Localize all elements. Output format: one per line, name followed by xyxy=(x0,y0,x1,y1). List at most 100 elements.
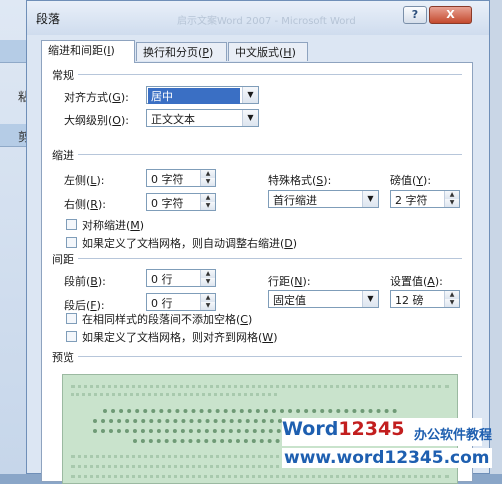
label-text: 行距( xyxy=(268,275,295,288)
title-bar: 段落 启示文案Word 2007 - Microsoft Word ? X xyxy=(27,1,489,35)
label-text-end: ) xyxy=(292,237,298,250)
spin-down-icon[interactable]: ▼ xyxy=(444,299,459,307)
label-key: R xyxy=(90,198,98,211)
tab-label-end: ) xyxy=(291,46,296,59)
no-space-same-style-checkbox[interactable] xyxy=(66,313,77,324)
label-key: W xyxy=(262,331,274,344)
spacing-heading: 间距 xyxy=(52,253,74,266)
label-key: G xyxy=(112,91,121,104)
special-format-value: 首行缩进 xyxy=(273,194,317,207)
label-text: 对称缩进( xyxy=(82,219,131,232)
preview-line xyxy=(71,393,277,400)
label-text: 磅值( xyxy=(390,174,417,187)
space-after-spinner[interactable]: 0 行 ▲ ▼ xyxy=(146,293,216,311)
by-spinner[interactable]: 2 字符 ▲ ▼ xyxy=(390,190,460,208)
mirror-indents-label: 对称缩进(M) xyxy=(82,217,144,233)
indent-right-value: 0 字符 xyxy=(151,197,184,210)
label-text-end: ): xyxy=(434,275,443,288)
close-button[interactable]: X xyxy=(429,6,472,24)
indent-right-spinner[interactable]: 0 字符 ▲ ▼ xyxy=(146,193,216,211)
spin-down-icon[interactable]: ▼ xyxy=(200,278,215,286)
general-heading: 常规 xyxy=(52,69,74,82)
spin-down-icon[interactable]: ▼ xyxy=(200,202,215,210)
indentation-heading: 缩进 xyxy=(52,149,74,162)
paragraph-dialog: 段落 启示文案Word 2007 - Microsoft Word ? X 缩进… xyxy=(26,0,490,484)
line-spacing-select[interactable]: 固定值 ▼ xyxy=(268,290,379,308)
tab-label: 换行和分页( xyxy=(143,46,203,59)
preview-line xyxy=(71,475,449,482)
chevron-down-icon[interactable]: ▼ xyxy=(362,191,378,207)
section-divider xyxy=(78,258,462,259)
label-text-end: ) xyxy=(273,331,278,344)
special-format-label: 特殊格式(S): xyxy=(268,172,331,188)
at-label: 设置值(A): xyxy=(390,273,443,289)
space-after-value: 0 行 xyxy=(151,297,173,310)
label-key: B xyxy=(90,275,98,288)
auto-adjust-right-indent-checkbox[interactable] xyxy=(66,237,77,248)
indent-left-spinner[interactable]: 0 字符 ▲ ▼ xyxy=(146,169,216,187)
help-button[interactable]: ? xyxy=(403,6,427,24)
line-spacing-label: 行距(N): xyxy=(268,273,311,289)
label-text-end: ): xyxy=(97,275,106,288)
spin-down-icon[interactable]: ▼ xyxy=(444,199,459,207)
label-key: D xyxy=(284,237,293,250)
label-text: 右侧( xyxy=(64,198,91,211)
label-text-end: ) xyxy=(247,313,253,326)
chevron-down-icon[interactable]: ▼ xyxy=(242,87,258,103)
label-key: C xyxy=(240,313,248,326)
spin-down-icon[interactable]: ▼ xyxy=(200,178,215,186)
dialog-title: 段落 xyxy=(36,12,61,26)
watermark-url: www.word12345.com xyxy=(282,448,492,468)
space-before-spinner[interactable]: 0 行 ▲ ▼ xyxy=(146,269,216,287)
special-format-select[interactable]: 首行缩进 ▼ xyxy=(268,190,379,208)
section-divider xyxy=(78,154,462,155)
label-text-end: ): xyxy=(96,174,105,187)
label-text: 如果定义了文档网格，则对齐到网格( xyxy=(82,331,263,344)
indent-left-value: 0 字符 xyxy=(151,173,184,186)
snap-to-grid-checkbox[interactable] xyxy=(66,331,77,342)
label-text-end: ): xyxy=(97,198,106,211)
label-text: 设置值( xyxy=(390,275,428,288)
label-text: 特殊格式( xyxy=(268,174,317,187)
tab-label: 缩进和间距( xyxy=(48,44,108,57)
auto-adjust-right-indent-label: 如果定义了文档网格，则自动调整右缩进(D) xyxy=(82,235,297,251)
label-key: O xyxy=(112,114,121,127)
watermark-tagline: 办公软件教程 xyxy=(414,428,493,443)
tab-key: P xyxy=(202,46,209,59)
tab-indents-spacing[interactable]: 缩进和间距(I) xyxy=(41,40,135,63)
label-text: 如果定义了文档网格，则自动调整右缩进( xyxy=(82,237,285,250)
section-divider xyxy=(78,74,462,75)
chevron-down-icon[interactable]: ▼ xyxy=(362,291,378,307)
watermark-logo-word: Word xyxy=(282,418,339,440)
label-text: 在相同样式的段落间不添加空格( xyxy=(82,313,241,326)
alignment-label: 对齐方式(G): xyxy=(64,89,129,105)
label-text: 左侧( xyxy=(64,174,91,187)
outline-level-select[interactable]: 正文文本 ▼ xyxy=(146,109,259,127)
watermark-logo-number: 12345 xyxy=(338,418,405,440)
tab-label-end: ) xyxy=(208,46,214,59)
outline-level-value: 正文文本 xyxy=(151,113,195,126)
preview-line xyxy=(103,409,397,417)
mirror-indents-checkbox[interactable] xyxy=(66,219,77,230)
tab-line-page-breaks[interactable]: 换行和分页(P) xyxy=(136,42,227,61)
blurred-window-title: 启示文案Word 2007 - Microsoft Word xyxy=(177,16,356,27)
site-watermark: Word12345 办公软件教程 www.word12345.com xyxy=(282,418,492,474)
tab-label: 中文版式( xyxy=(235,46,284,59)
at-spinner[interactable]: 12 磅 ▲ ▼ xyxy=(390,290,460,308)
label-text-end: ): xyxy=(302,275,311,288)
tab-asian-typography[interactable]: 中文版式(H) xyxy=(228,42,308,61)
tab-key: H xyxy=(283,46,292,59)
preview-heading: 预览 xyxy=(52,351,74,364)
watermark-logo: Word12345 xyxy=(282,418,404,440)
chevron-down-icon[interactable]: ▼ xyxy=(242,110,258,126)
label-text: 段前( xyxy=(64,275,91,288)
label-text-end: ): xyxy=(423,174,432,187)
tab-label-end: ) xyxy=(110,44,115,57)
indent-right-label: 右侧(R): xyxy=(64,196,106,212)
outline-level-label: 大纲级别(O): xyxy=(64,112,129,128)
label-key: A xyxy=(427,275,435,288)
alignment-select[interactable]: 居中 ▼ xyxy=(146,86,259,104)
spin-down-icon[interactable]: ▼ xyxy=(200,302,215,310)
space-before-label: 段前(B): xyxy=(64,273,106,289)
label-text-end: ): xyxy=(120,114,129,127)
